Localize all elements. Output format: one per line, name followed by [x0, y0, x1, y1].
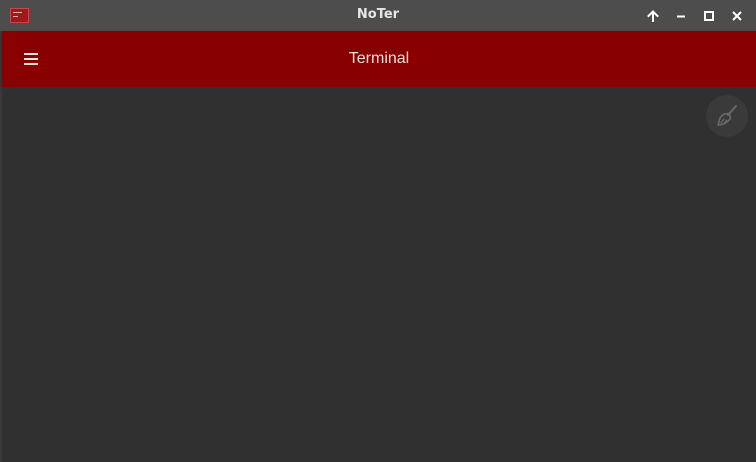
app-toolbar: Terminal — [2, 31, 756, 87]
minimize-icon — [677, 15, 685, 17]
app-window: NoTer Terminal — [0, 0, 756, 462]
window-controls — [642, 0, 748, 31]
window-titlebar[interactable]: NoTer — [0, 0, 756, 31]
close-button[interactable] — [726, 5, 748, 27]
minimize-button[interactable] — [670, 5, 692, 27]
maximize-icon — [704, 10, 714, 21]
broom-icon — [717, 105, 737, 126]
clear-terminal-button[interactable] — [706, 95, 748, 137]
maximize-button[interactable] — [698, 5, 720, 27]
close-icon — [732, 10, 742, 21]
app-logo-icon — [10, 8, 29, 23]
move-up-button[interactable] — [642, 5, 664, 27]
arrow-up-icon — [647, 9, 659, 22]
terminal-output-area[interactable] — [2, 87, 756, 462]
page-title: Terminal — [348, 50, 410, 67]
